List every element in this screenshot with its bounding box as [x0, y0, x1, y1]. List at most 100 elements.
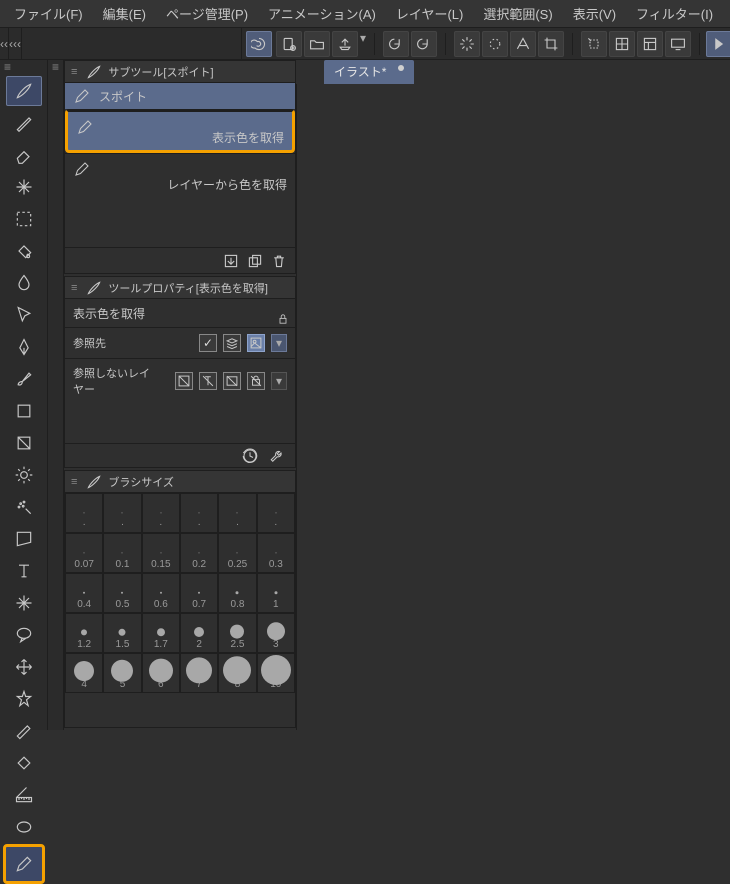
- subtool-item-display-color[interactable]: 表示色を取得: [65, 109, 295, 153]
- brush-size-cell[interactable]: 0.7: [180, 573, 218, 613]
- history-icon[interactable]: [241, 447, 259, 465]
- ref-checkbox[interactable]: ✓: [199, 334, 217, 352]
- tool-brush-indicator[interactable]: [6, 76, 42, 106]
- canvas-area[interactable]: [296, 84, 730, 730]
- brush-size-cell[interactable]: ·: [103, 493, 141, 533]
- menu-view[interactable]: 表示(V): [563, 0, 626, 27]
- menu-window[interactable]: ウィ: [723, 0, 730, 27]
- subtool-panel-header[interactable]: ≡ サブツール[スポイト]: [65, 61, 295, 83]
- exclude-opt4[interactable]: [247, 372, 265, 390]
- brush-size-cell[interactable]: 0.15: [142, 533, 180, 573]
- tool-airbrush[interactable]: [6, 492, 42, 522]
- subtool-item-layer-color[interactable]: レイヤーから色を取得: [65, 153, 295, 197]
- menu-selection[interactable]: 選択範囲(S): [473, 0, 562, 27]
- tool-marquee[interactable]: [6, 204, 42, 234]
- tool-move[interactable]: [6, 652, 42, 682]
- tool-ellipse[interactable]: [6, 812, 42, 842]
- screen-icon[interactable]: [665, 31, 691, 57]
- exclude-opt2[interactable]: [199, 372, 217, 390]
- brush-size-cell[interactable]: 5: [103, 653, 141, 693]
- brush-size-cell[interactable]: 8: [218, 653, 256, 693]
- lock-icon[interactable]: [277, 313, 289, 325]
- brush-size-cell[interactable]: 1.5: [103, 613, 141, 653]
- brush-size-cell[interactable]: 3: [257, 613, 295, 653]
- spiral-icon[interactable]: [246, 31, 272, 57]
- exclude-opt3[interactable]: [223, 372, 241, 390]
- new-file-button[interactable]: [276, 31, 302, 57]
- ref-image-icon[interactable]: [247, 334, 265, 352]
- dropdown-toggle[interactable]: ▾: [271, 334, 287, 352]
- layout-icon[interactable]: [637, 31, 663, 57]
- tool-pointer[interactable]: [6, 300, 42, 330]
- brush-size-cell[interactable]: ·: [218, 493, 256, 533]
- panel-divider[interactable]: ≡: [48, 60, 64, 730]
- tool-brush[interactable]: [6, 364, 42, 394]
- tool-fill[interactable]: [6, 748, 42, 778]
- tool-eraser[interactable]: [6, 140, 42, 170]
- grid-icon[interactable]: [609, 31, 635, 57]
- brush-size-cell[interactable]: 2: [180, 613, 218, 653]
- trash-icon[interactable]: [271, 253, 287, 269]
- brush-size-cell[interactable]: 10: [257, 653, 295, 693]
- tool-gear[interactable]: [6, 460, 42, 490]
- brush-size-cell[interactable]: 4: [65, 653, 103, 693]
- brush-size-cell[interactable]: 0.3: [257, 533, 295, 573]
- brush-size-cell[interactable]: 6: [142, 653, 180, 693]
- tool-burst[interactable]: [6, 588, 42, 618]
- tool-ruler[interactable]: [6, 780, 42, 810]
- dotted-ring-icon[interactable]: [482, 31, 508, 57]
- tool-lasso[interactable]: [6, 524, 42, 554]
- brush-size-cell[interactable]: ·: [180, 493, 218, 533]
- chevron-down-icon[interactable]: ▾: [360, 31, 366, 57]
- brush-size-cell[interactable]: 0.4: [65, 573, 103, 613]
- panel-grip-icon[interactable]: ≡: [0, 60, 47, 74]
- brush-size-cell[interactable]: 0.25: [218, 533, 256, 573]
- tool-gradient[interactable]: [6, 428, 42, 458]
- save-button[interactable]: [332, 31, 358, 57]
- right-panel-toggle[interactable]: [706, 31, 730, 57]
- menu-layer[interactable]: レイヤー(L): [386, 0, 474, 27]
- perspective-icon[interactable]: [510, 31, 536, 57]
- exclude-opt1[interactable]: [175, 372, 193, 390]
- import-icon[interactable]: [223, 253, 239, 269]
- menu-filter[interactable]: フィルター(I): [626, 0, 723, 27]
- menu-file[interactable]: ファイル(F): [4, 0, 93, 27]
- crop-icon[interactable]: [538, 31, 564, 57]
- brush-size-cell[interactable]: 0.2: [180, 533, 218, 573]
- brush-size-header[interactable]: ≡ ブラシサイズ: [65, 471, 295, 493]
- undo-button[interactable]: [383, 31, 409, 57]
- dropdown-toggle[interactable]: ▾: [271, 372, 287, 390]
- duplicate-icon[interactable]: [247, 253, 263, 269]
- tool-star[interactable]: [6, 684, 42, 714]
- left-expand-grips[interactable]: ‹‹: [0, 28, 9, 59]
- wrench-icon[interactable]: [269, 447, 287, 465]
- tool-rect[interactable]: [6, 396, 42, 426]
- brush-size-cell[interactable]: ·: [65, 493, 103, 533]
- spinner-icon[interactable]: [454, 31, 480, 57]
- tool-text[interactable]: [6, 556, 42, 586]
- tool-correct[interactable]: [6, 716, 42, 746]
- tool-property-header[interactable]: ≡ ツールプロパティ[表示色を取得]: [65, 277, 295, 299]
- brush-size-cell[interactable]: 2.5: [218, 613, 256, 653]
- brush-size-cell[interactable]: ·: [257, 493, 295, 533]
- brush-size-cell[interactable]: 1.7: [142, 613, 180, 653]
- open-file-button[interactable]: [304, 31, 330, 57]
- brush-size-cell[interactable]: 0.1: [103, 533, 141, 573]
- brush-size-cell[interactable]: 0.6: [142, 573, 180, 613]
- brush-size-cell[interactable]: 0.5: [103, 573, 141, 613]
- redo-button[interactable]: [411, 31, 437, 57]
- tool-nib[interactable]: [6, 332, 42, 362]
- brush-size-cell[interactable]: 7: [180, 653, 218, 693]
- mid-expand-grips[interactable]: ‹‹ ‹: [9, 28, 22, 59]
- menu-edit[interactable]: 編集(E): [93, 0, 156, 27]
- brush-size-cell[interactable]: 1: [257, 573, 295, 613]
- brush-size-cell[interactable]: 0.8: [218, 573, 256, 613]
- tool-sparkle[interactable]: [6, 172, 42, 202]
- brush-size-cell[interactable]: 1.2: [65, 613, 103, 653]
- subtool-tab-spuit[interactable]: スポイト: [65, 83, 295, 109]
- document-tab[interactable]: イラスト*: [324, 60, 414, 84]
- tool-pen[interactable]: [6, 108, 42, 138]
- menu-animation[interactable]: アニメーション(A): [258, 0, 386, 27]
- tool-bucket[interactable]: [6, 236, 42, 266]
- tool-blur[interactable]: [6, 268, 42, 298]
